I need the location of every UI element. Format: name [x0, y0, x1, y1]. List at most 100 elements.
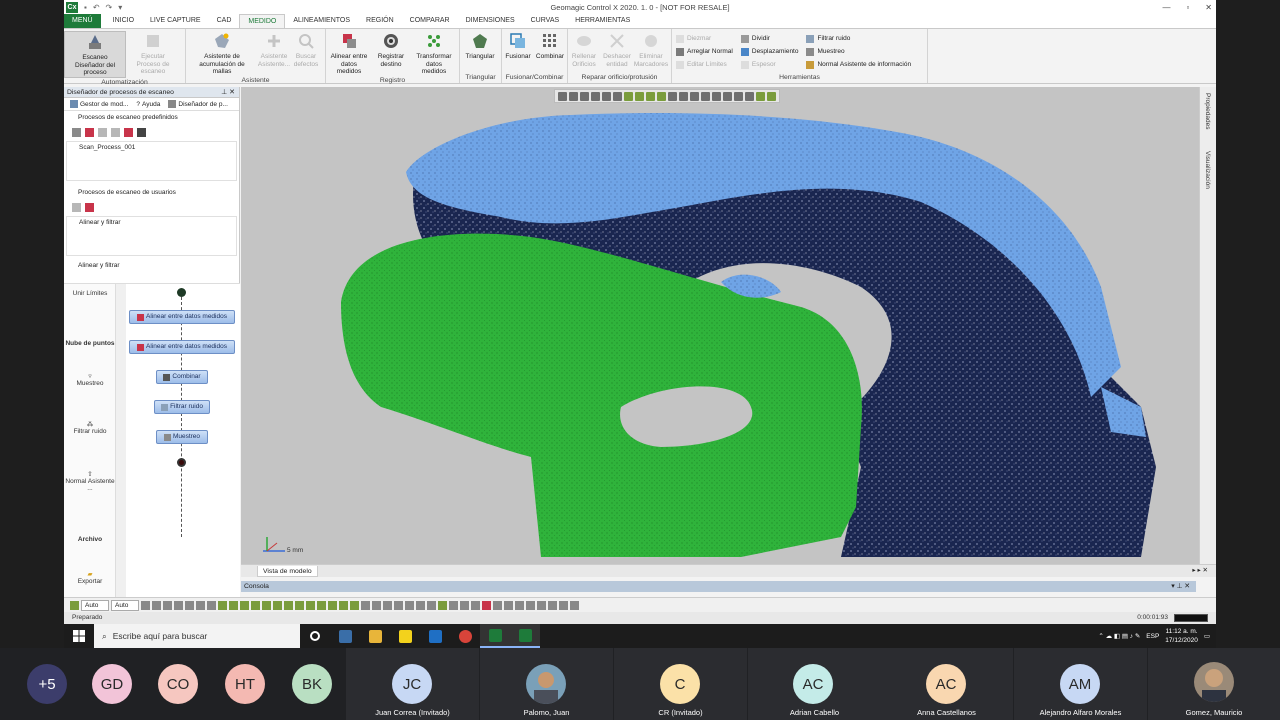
flow-node-combine[interactable]: Combinar: [156, 370, 208, 384]
save-icon[interactable]: ▪: [84, 3, 87, 12]
filter-icon[interactable]: [141, 600, 150, 610]
select-all-icon[interactable]: [734, 91, 743, 101]
entity-filter-icon[interactable]: [350, 600, 359, 610]
run-scan-process-button[interactable]: Ejecutar Proceso de escaneo: [126, 31, 180, 76]
tab-region[interactable]: REGIÓN: [358, 14, 402, 28]
filter-icon[interactable]: [152, 600, 161, 610]
select-tool-icon[interactable]: [70, 600, 79, 610]
tab-properties[interactable]: Propiedades: [1204, 93, 1211, 130]
delete-icon[interactable]: [124, 127, 133, 137]
misc-tool-icon[interactable]: [515, 600, 524, 610]
misc-tool-icon[interactable]: [548, 600, 557, 610]
view-style-icon[interactable]: [405, 600, 414, 610]
misc-tool-icon[interactable]: [537, 600, 546, 610]
select-lasso-icon[interactable]: [690, 91, 699, 101]
filter-icon[interactable]: [174, 600, 183, 610]
view-back-icon[interactable]: [591, 91, 600, 101]
edit-boundaries-button[interactable]: Editar Límites: [676, 59, 733, 71]
participant-tile[interactable]: Gomez, Mauricio: [1148, 648, 1280, 720]
entity-filter-icon[interactable]: [295, 600, 304, 610]
view-top-icon[interactable]: [602, 91, 611, 101]
select-rect-icon[interactable]: [646, 91, 655, 101]
view-front-icon[interactable]: [580, 91, 589, 101]
tool-sampling[interactable]: ▿ Muestreo: [64, 372, 116, 387]
misc-tool-icon[interactable]: [526, 600, 535, 610]
find-defects-button[interactable]: Buscar defectos: [290, 31, 322, 68]
offset-button[interactable]: Desplazamiento: [740, 46, 798, 58]
tab-help[interactable]: ? Ayuda: [133, 101, 163, 108]
tab-live-capture[interactable]: LIVE CAPTURE: [142, 14, 209, 28]
tool-export[interactable]: ▰ Exportar: [64, 570, 116, 585]
transform-measured-button[interactable]: Transformar datos medidos: [410, 31, 458, 76]
control-x-taskbar-icon[interactable]: [480, 624, 510, 648]
participant-tile[interactable]: AM Alejandro Alfaro Morales: [1014, 648, 1147, 720]
3d-viewport[interactable]: 5 mm: [241, 87, 1199, 564]
list-item[interactable]: Alinear y filtrar: [79, 219, 224, 226]
copy-icon[interactable]: [98, 127, 107, 137]
filter-icon[interactable]: [196, 600, 205, 610]
entity-filter-icon[interactable]: [339, 600, 348, 610]
tool-normal-wizard[interactable]: ⇧ Normal Asistente ...: [64, 470, 116, 492]
thickness-button[interactable]: Espesor: [740, 59, 799, 71]
participant-tile[interactable]: AC Anna Castellanos: [880, 648, 1013, 720]
remove-markers-button[interactable]: Eliminar Marcadores: [634, 31, 668, 68]
tab-process-designer[interactable]: Diseñador de p...: [165, 100, 231, 108]
view-style-icon[interactable]: [438, 600, 447, 610]
entity-filter-icon[interactable]: [361, 600, 370, 610]
participant-tile[interactable]: BK: [292, 648, 336, 720]
mesh-buildup-wizard-button[interactable]: Asistente de acumulación de mallas: [186, 31, 258, 76]
chrome-icon[interactable]: [450, 624, 480, 648]
participant-tile[interactable]: C CR (Invitado): [614, 648, 747, 720]
misc-tool-icon[interactable]: [504, 600, 513, 610]
entity-filter-icon[interactable]: [328, 600, 337, 610]
filter-icon[interactable]: [207, 600, 216, 610]
tool-join-boundaries[interactable]: Unir Límites: [64, 290, 116, 297]
list-item[interactable]: Scan_Process_001: [79, 144, 224, 151]
selection-filter-select[interactable]: Auto: [111, 599, 139, 611]
taskbar-search[interactable]: ⌕ Escribe aquí para buscar: [94, 624, 300, 648]
entity-filter-icon[interactable]: [229, 600, 238, 610]
combine-button[interactable]: Combinar: [534, 31, 566, 61]
undo-icon[interactable]: ↶: [93, 3, 100, 12]
assistant-button[interactable]: Asistente Asistente...: [258, 31, 290, 68]
view-bottom-icon[interactable]: [613, 91, 622, 101]
export-icon[interactable]: [137, 127, 146, 137]
windows-start-icon[interactable]: [64, 624, 94, 648]
tab-inicio[interactable]: INICIO: [105, 14, 142, 28]
visibility-icon[interactable]: [767, 91, 776, 101]
tab-curvas[interactable]: CURVAS: [523, 14, 568, 28]
select-circle-icon[interactable]: [668, 91, 677, 101]
register-target-button[interactable]: Registrar destino: [372, 31, 410, 68]
entity-filter-icon[interactable]: [273, 600, 282, 610]
calculator-icon[interactable]: [330, 624, 360, 648]
flow-toolbox-scrollbar[interactable]: [116, 284, 126, 598]
normal-info-wizard-button[interactable]: Normal Asistente de información: [806, 59, 911, 71]
participant-tile[interactable]: Palomo, Juan: [480, 648, 613, 720]
view-style-icon[interactable]: [372, 600, 381, 610]
misc-tool-icon[interactable]: [559, 600, 568, 610]
tab-cad[interactable]: CAD: [209, 14, 240, 28]
flow-node-filter-noise[interactable]: Filtrar ruido: [154, 400, 210, 414]
tab-comparar[interactable]: COMPARAR: [402, 14, 458, 28]
dropdown-icon[interactable]: ▾: [118, 3, 122, 12]
misc-tool-icon[interactable]: [570, 600, 579, 610]
filter-icon[interactable]: [163, 600, 172, 610]
fuse-button[interactable]: Fusionar: [502, 31, 534, 61]
select-brush-icon[interactable]: [679, 91, 688, 101]
view-style-icon[interactable]: [383, 600, 392, 610]
misc-tool-icon[interactable]: [493, 600, 502, 610]
view-style-icon[interactable]: [471, 600, 480, 610]
render-icon[interactable]: [756, 91, 765, 101]
control-x-taskbar-icon-2[interactable]: [510, 624, 540, 648]
participant-tile[interactable]: HT: [225, 648, 269, 720]
console-controls-icon[interactable]: ▾ ⊥ ✕: [1171, 581, 1190, 592]
file-explorer-icon[interactable]: [360, 624, 390, 648]
cortana-icon[interactable]: [300, 624, 330, 648]
undo-entity-button[interactable]: Deshacer entidad: [600, 31, 634, 68]
selection-mode-select[interactable]: Auto: [81, 599, 109, 611]
tab-menu[interactable]: MENÚ: [64, 14, 101, 28]
tab-model-view[interactable]: Vista de modelo: [257, 566, 318, 577]
view-style-icon[interactable]: [460, 600, 469, 610]
entity-filter-icon[interactable]: [284, 600, 293, 610]
minimize-icon[interactable]: —: [1162, 3, 1170, 12]
